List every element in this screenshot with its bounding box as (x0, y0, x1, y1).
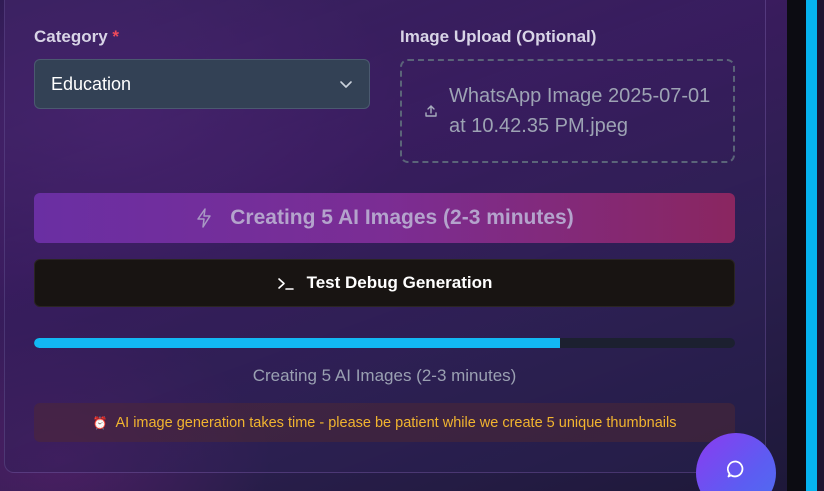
alarm-clock-icon: ⏰ (92, 415, 108, 430)
category-label-text: Category (34, 27, 108, 46)
chat-bubble-icon (726, 459, 746, 484)
test-debug-generation-button[interactable]: Test Debug Generation (34, 259, 735, 307)
debug-button-label: Test Debug Generation (306, 273, 493, 292)
required-asterisk: * (112, 27, 120, 46)
patience-notice: ⏰ AI image generation takes time - pleas… (34, 403, 735, 442)
category-label: Category * (34, 27, 119, 47)
generate-button-label: Creating 5 AI Images (2-3 minutes) (230, 206, 574, 229)
page-edge (817, 0, 824, 491)
progress-bar-fill (34, 338, 560, 348)
category-select-value: Education (51, 73, 132, 94)
image-upload-label: Image Upload (Optional) (400, 27, 597, 46)
progress-status-text: Creating 5 AI Images (2-3 minutes) (252, 366, 517, 385)
lightning-bolt-icon (195, 208, 213, 228)
image-upload-dropzone[interactable]: WhatsApp Image 2025-07-01 at 10.42.35 PM… (400, 59, 735, 163)
upload-icon (424, 104, 438, 118)
progress-bar (34, 338, 735, 348)
category-select[interactable]: Education (34, 59, 370, 109)
chevron-down-icon (339, 77, 353, 91)
terminal-icon (277, 276, 295, 290)
accent-strip (806, 0, 817, 491)
patience-notice-text: AI image generation takes time - please … (115, 414, 677, 431)
generate-images-button[interactable]: Creating 5 AI Images (2-3 minutes) (34, 193, 735, 243)
uploaded-filename: WhatsApp Image 2025-07-01 at 10.42.35 PM… (449, 85, 711, 137)
sidebar-divider (787, 0, 806, 491)
